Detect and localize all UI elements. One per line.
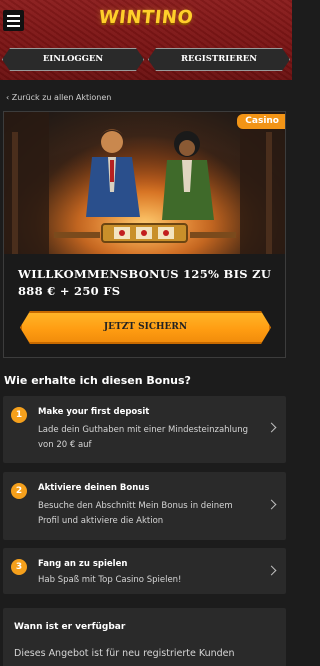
step-number-badge: 3 <box>11 559 27 575</box>
step-title: Fang an zu spielen <box>38 559 128 569</box>
bonus-step-card[interactable]: 3 Fang an zu spielen Hab Spaß mit Top Ca… <box>3 548 286 594</box>
promo-title: WILLKOMMENSBONUS 125% BIS ZU 888 € + 250… <box>18 267 272 298</box>
step-number-badge: 1 <box>11 407 27 423</box>
chevron-left-icon: ‹ <box>6 93 10 102</box>
promo-illustration <box>4 112 285 254</box>
wintino-logo[interactable]: WINTINO <box>0 7 293 28</box>
availability-text: Dieses Angebot ist für neu registrierte … <box>14 648 235 659</box>
step-number-badge: 2 <box>11 483 27 499</box>
step-description: Lade dein Guthaben mit einer Mindesteinz… <box>38 425 249 450</box>
step-description: Hab Spaß mit Top Casino Spielen! <box>38 575 182 585</box>
promo-card: Casino WILLKOMMENSBONUS 125% BIS ZU 888 … <box>3 111 286 358</box>
availability-card: Wann ist er verfügbar Dieses Angebot ist… <box>3 608 286 666</box>
claim-bonus-button[interactable]: JETZT SICHERN <box>20 311 271 344</box>
back-link-label: Zurück zu allen Aktionen <box>11 93 112 102</box>
step-description: Besuche den Abschnitt Mein Bonus in dein… <box>38 501 233 526</box>
login-button[interactable]: EINLOGGEN <box>2 48 144 71</box>
top-header: WINTINO EINLOGGEN REGISTRIEREN <box>0 0 292 80</box>
register-button[interactable]: REGISTRIEREN <box>148 48 290 71</box>
back-to-promotions-link[interactable]: ‹ Zurück zu allen Aktionen <box>6 93 111 102</box>
step-title: Make your first deposit <box>38 407 150 417</box>
how-to-heading: Wie erhalte ich diesen Bonus? <box>4 374 191 387</box>
bonus-step-card[interactable]: 2 Aktiviere deinen Bonus Besuche den Abs… <box>3 472 286 540</box>
availability-title: Wann ist er verfügbar <box>14 622 126 632</box>
step-title: Aktiviere deinen Bonus <box>38 483 150 493</box>
casino-category-badge: Casino <box>237 114 285 129</box>
bonus-step-card[interactable]: 1 Make your first deposit Lade dein Guth… <box>3 396 286 463</box>
chevron-right-icon <box>266 422 277 433</box>
chevron-right-icon <box>266 565 277 576</box>
chevron-right-icon <box>266 499 277 510</box>
promo-banner-image: Casino <box>4 112 285 254</box>
